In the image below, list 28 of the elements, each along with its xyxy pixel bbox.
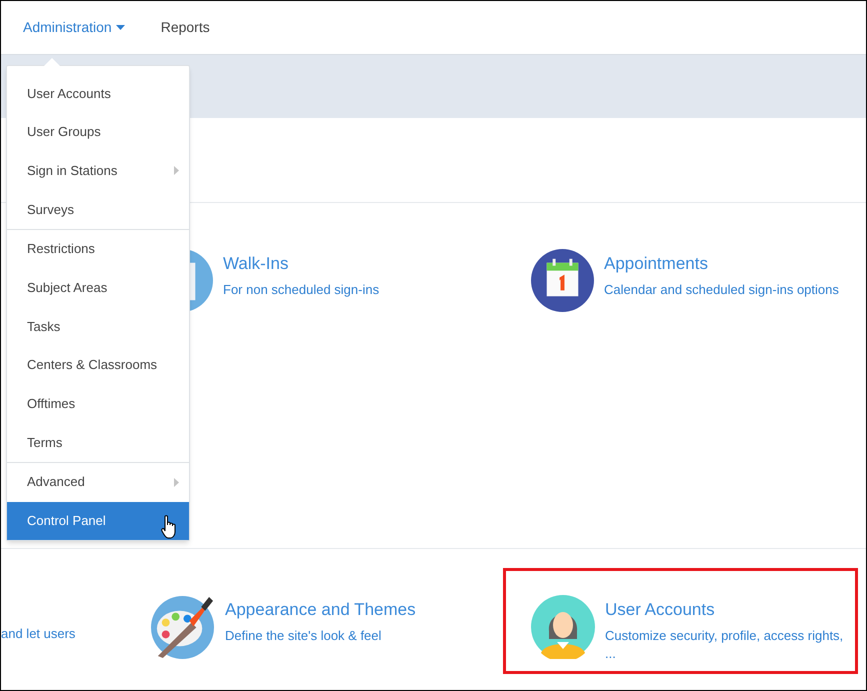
menu-item[interactable]: Centers & Classrooms xyxy=(7,346,189,384)
card-description: For non scheduled sign-ins xyxy=(223,280,380,298)
card-title[interactable]: Walk-Ins xyxy=(223,251,463,276)
palette-icon xyxy=(150,595,215,660)
person-avatar-icon xyxy=(531,595,595,659)
menu-item[interactable]: Offtimes xyxy=(7,384,189,424)
card-title[interactable]: User Accounts xyxy=(605,597,845,622)
card-description: Customize security, profile, access rights, ... xyxy=(605,626,844,662)
card-description: Define the site's look & feel xyxy=(225,626,382,644)
menu-item[interactable]: Surveys xyxy=(7,190,189,229)
card-description: Calendar and scheduled sign-ins options xyxy=(604,280,840,298)
menu-item[interactable]: Sign in Stations xyxy=(7,151,189,190)
card-title[interactable]: Appearance and Themes xyxy=(225,597,465,622)
menu-item[interactable]: Advanced xyxy=(7,462,189,502)
menu-item[interactable]: Subject Areas xyxy=(7,268,189,308)
nav-tab[interactable]: Administration xyxy=(23,17,125,38)
menu-item[interactable]: Tasks xyxy=(7,307,189,346)
nav-tab[interactable]: Reports xyxy=(160,17,210,38)
menu-item[interactable]: User Groups xyxy=(7,112,189,152)
calendar-icon xyxy=(531,249,594,312)
caret-icon xyxy=(116,25,125,30)
menu-item[interactable]: Terms xyxy=(7,423,189,462)
card-title[interactable]: Appointments xyxy=(604,251,844,276)
hand-cursor-icon xyxy=(161,515,178,539)
card-description: and let users xyxy=(1,626,76,641)
menu-item[interactable]: User Accounts xyxy=(7,74,189,113)
menu-item[interactable]: Restrictions xyxy=(7,230,189,268)
menu-item[interactable]: Control Panel xyxy=(7,502,189,540)
